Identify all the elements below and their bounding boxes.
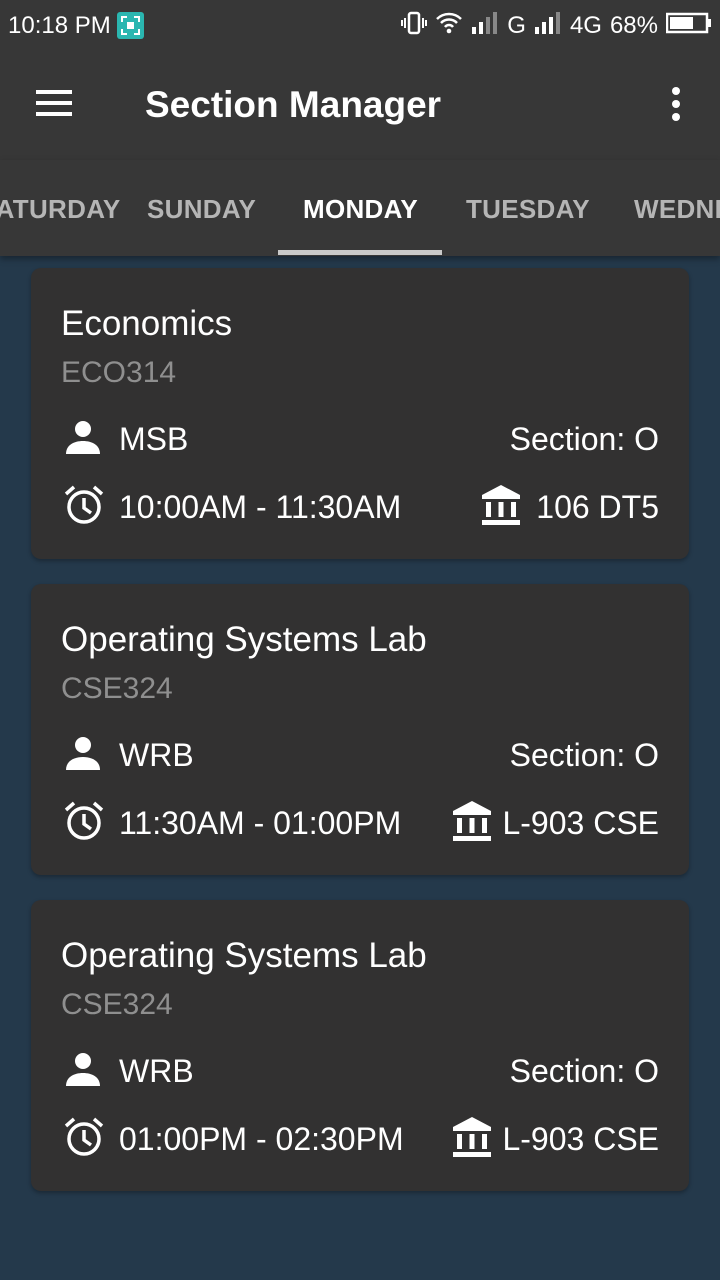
class-time: 01:00PM - 02:30PM	[119, 1121, 404, 1157]
building-icon	[452, 800, 492, 847]
class-card[interactable]: Operating Systems Lab CSE324 WRB Section…	[31, 900, 689, 1191]
signal-icon-1	[471, 11, 499, 41]
class-card[interactable]: Operating Systems Lab CSE324 WRB Section…	[31, 584, 689, 875]
course-name: Operating Systems Lab	[61, 620, 427, 659]
section: Section: O	[509, 1053, 659, 1089]
course-name: Operating Systems Lab	[61, 936, 427, 975]
faculty: MSB	[119, 421, 189, 457]
network-type-1: G	[507, 12, 526, 39]
signal-icon-2	[534, 11, 562, 41]
status-time: 10:18 PM	[8, 12, 111, 39]
faculty: WRB	[119, 737, 194, 773]
hamburger-menu-icon[interactable]	[34, 88, 78, 124]
tab-sunday[interactable]: SUNDAY	[147, 194, 256, 225]
tab-wednesday[interactable]: WEDNESDAY	[634, 194, 720, 225]
faculty: WRB	[119, 1053, 194, 1089]
course-name: Economics	[61, 304, 233, 343]
room: L-903 CSE	[502, 1121, 659, 1157]
room: L-903 CSE	[502, 805, 659, 841]
course-code: ECO314	[61, 356, 177, 389]
building-icon	[481, 484, 521, 531]
tab-indicator	[278, 250, 442, 255]
alarm-clock-icon	[63, 1116, 105, 1163]
person-icon	[65, 1052, 101, 1091]
tab-monday[interactable]: MONDAY	[303, 194, 418, 225]
course-code: CSE324	[61, 988, 173, 1021]
section: Section: O	[509, 421, 659, 457]
room: 106 DT5	[536, 489, 659, 525]
section: Section: O	[509, 737, 659, 773]
status-bar: 10:18 PM G 4G 68%	[0, 0, 720, 52]
status-indicators: G 4G 68%	[401, 11, 712, 42]
course-code: CSE324	[61, 672, 173, 705]
screenshot-notification-icon	[117, 12, 144, 39]
app-title: Section Manager	[145, 84, 442, 125]
tab-saturday[interactable]: SATURDAY	[0, 194, 121, 225]
alarm-clock-icon	[63, 484, 105, 531]
day-tabs: SATURDAY SUNDAY MONDAY TUESDAY WEDNESDAY	[0, 160, 720, 256]
vibrate-icon	[401, 11, 428, 42]
more-vert-icon[interactable]	[664, 84, 688, 128]
battery-percent: 68%	[609, 12, 658, 39]
app-bar: Section Manager	[0, 52, 720, 160]
class-time: 10:00AM - 11:30AM	[119, 489, 402, 525]
network-type-2: 4G	[569, 12, 602, 39]
person-icon	[65, 420, 101, 459]
building-icon	[452, 1116, 492, 1163]
tab-tuesday[interactable]: TUESDAY	[466, 194, 590, 225]
wifi-icon	[435, 12, 463, 41]
class-time: 11:30AM - 01:00PM	[119, 805, 402, 841]
class-card[interactable]: Economics ECO314 MSB Section: O 10:00AM …	[31, 268, 689, 559]
battery-icon	[665, 12, 712, 41]
person-icon	[65, 736, 101, 775]
alarm-clock-icon	[63, 800, 105, 847]
